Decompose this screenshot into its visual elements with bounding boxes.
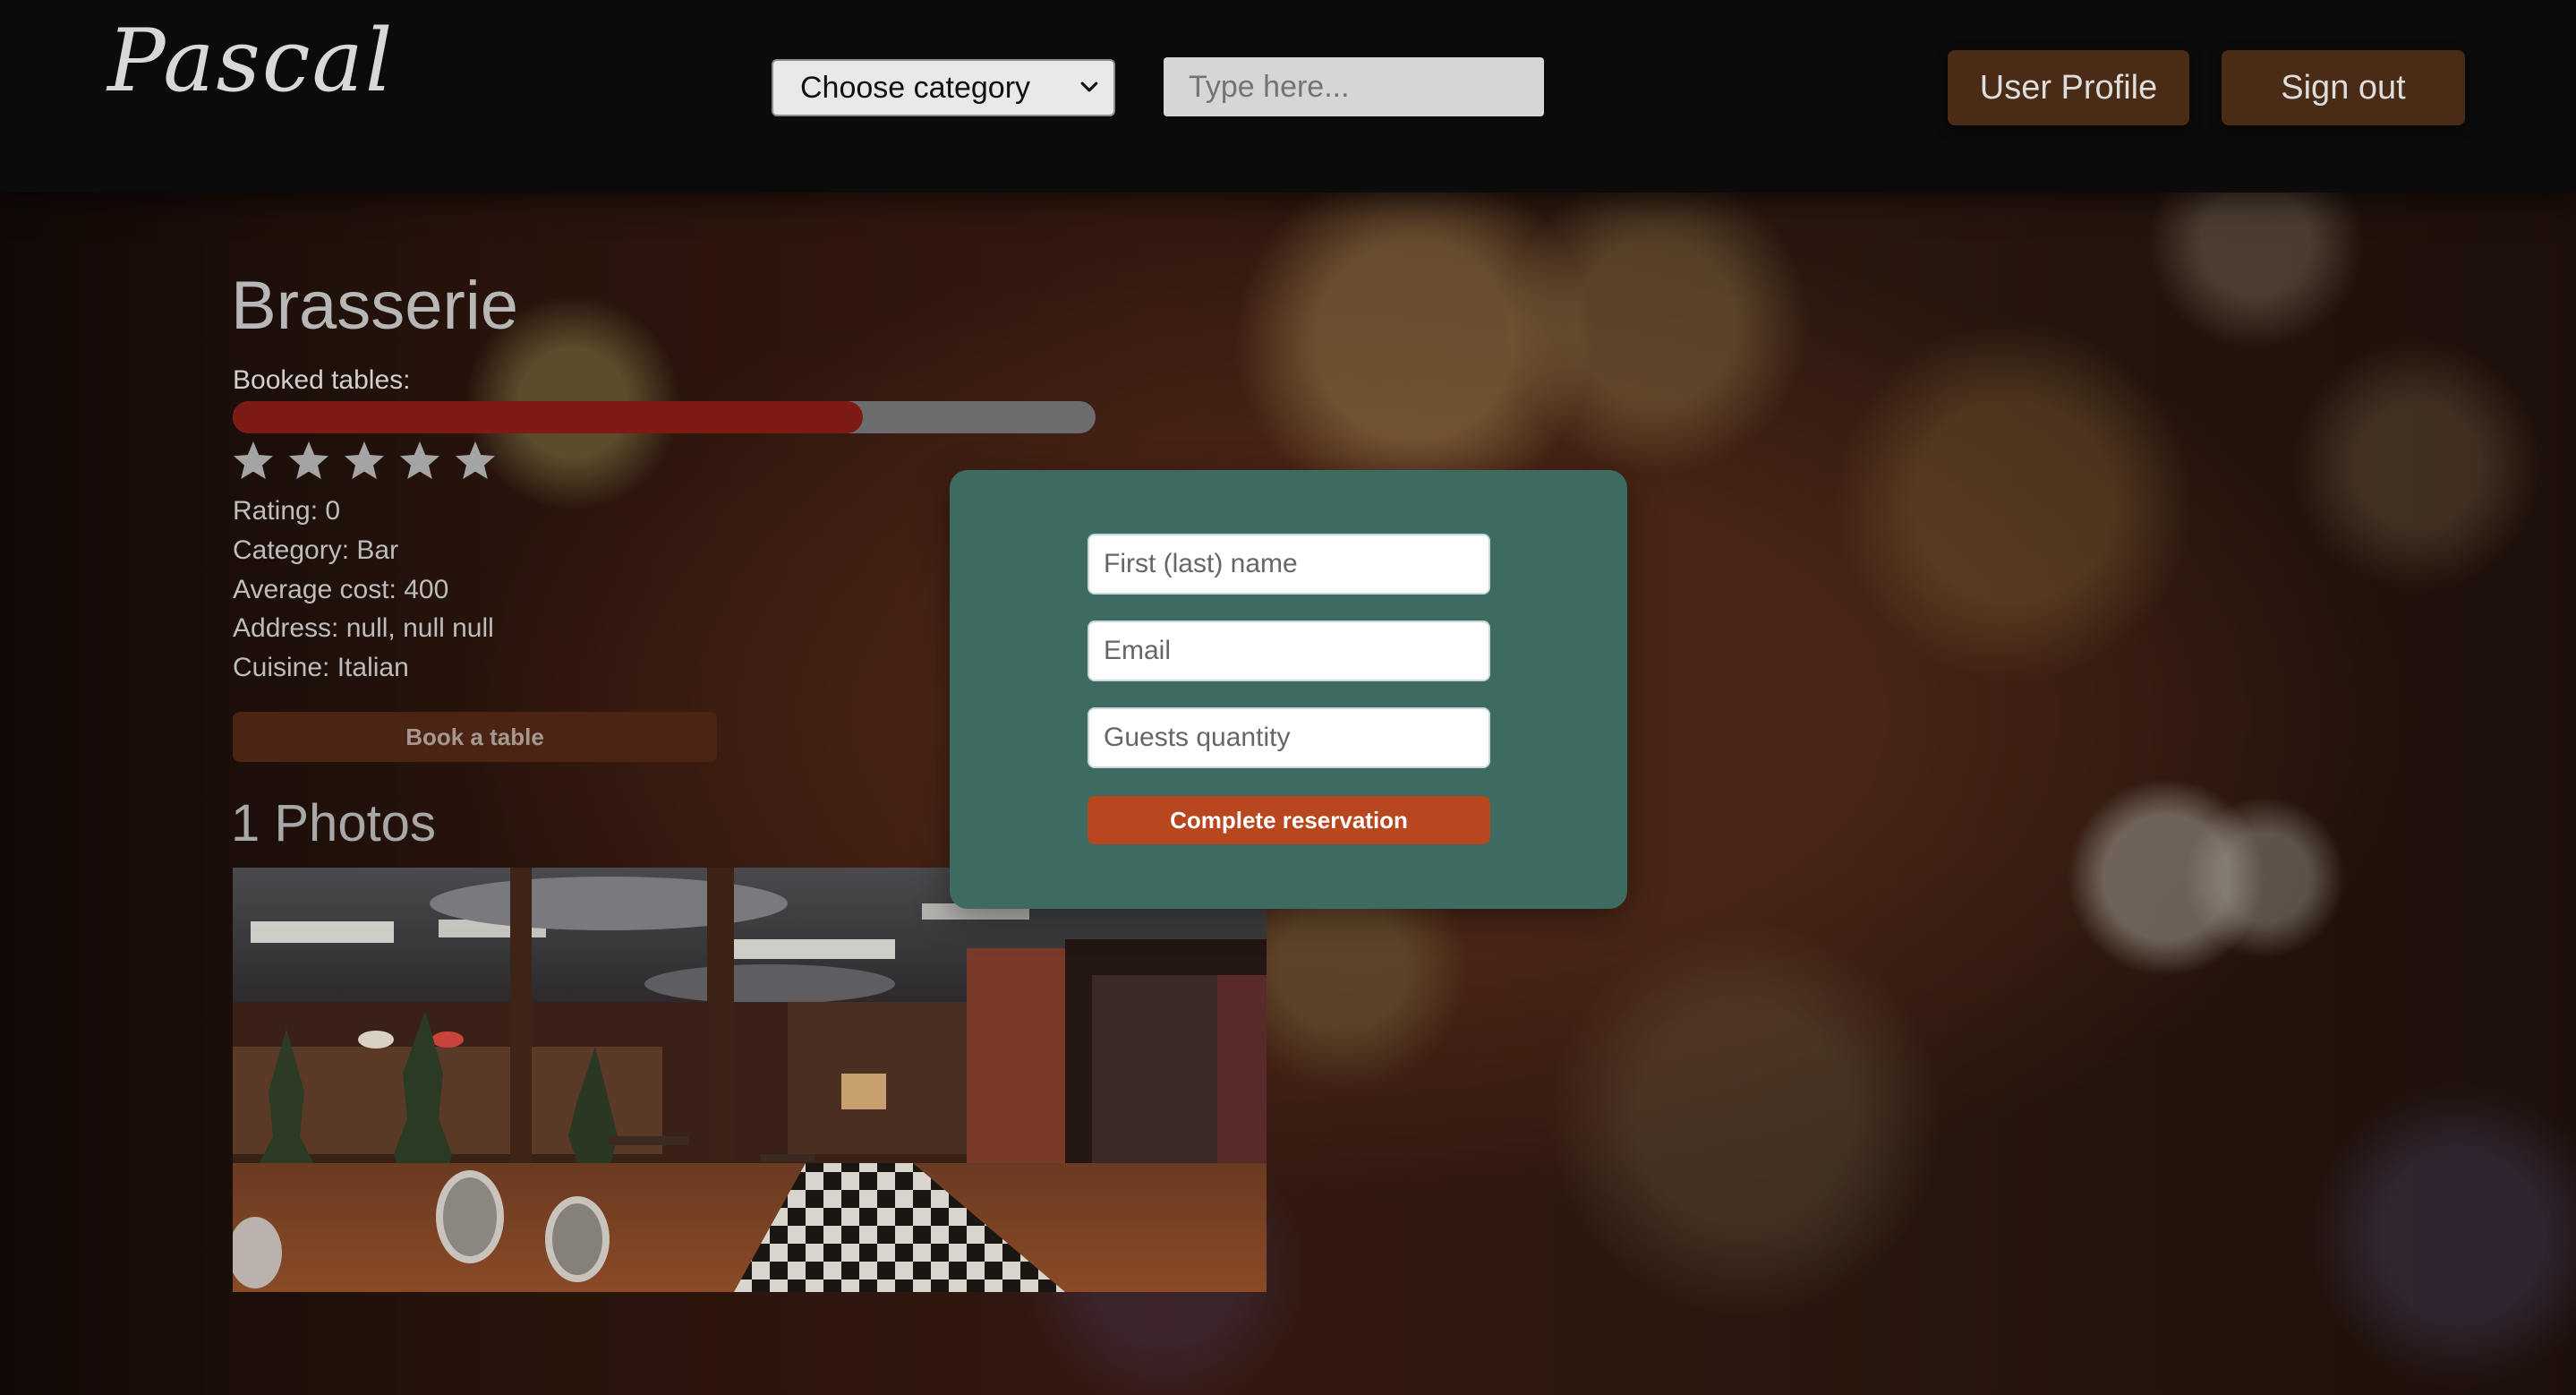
restaurant-photo[interactable] — [233, 868, 1267, 1292]
top-navbar: Pascal Choose category User Profile Sign… — [0, 0, 2576, 193]
booked-tables-progress — [233, 401, 1096, 433]
star-icon[interactable] — [231, 439, 276, 484]
star-icon[interactable] — [342, 439, 387, 484]
chevron-down-icon — [1080, 81, 1098, 92]
sign-out-button[interactable]: Sign out — [2222, 50, 2465, 125]
address-text: Address: null, null null — [233, 613, 494, 643]
guests-quantity-field[interactable] — [1088, 707, 1490, 768]
user-profile-button[interactable]: User Profile — [1948, 50, 2189, 125]
photos-heading: 1 Photos — [231, 794, 436, 852]
star-icon[interactable] — [397, 439, 442, 484]
cuisine-text: Cuisine: Italian — [233, 653, 409, 682]
category-select[interactable]: Choose category — [772, 59, 1115, 116]
complete-reservation-button[interactable]: Complete reservation — [1088, 796, 1490, 844]
category-select-value: Choose category — [800, 70, 1031, 105]
email-field[interactable] — [1088, 620, 1490, 681]
booked-tables-progress-fill — [233, 401, 863, 433]
rating-text: Rating: 0 — [233, 496, 341, 526]
name-field[interactable] — [1088, 534, 1490, 595]
star-icon[interactable] — [453, 439, 498, 484]
average-cost-text: Average cost: 400 — [233, 575, 449, 604]
logo[interactable]: Pascal — [107, 13, 394, 109]
book-table-button[interactable]: Book a table — [233, 712, 717, 762]
restaurant-interior-image — [233, 868, 1267, 1292]
category-text: Category: Bar — [233, 535, 399, 565]
search-input[interactable] — [1164, 57, 1544, 116]
star-icon[interactable] — [286, 439, 331, 484]
reservation-modal: Complete reservation — [950, 470, 1627, 909]
restaurant-name: Brasserie — [231, 268, 518, 344]
booked-tables-label: Booked tables: — [233, 365, 411, 395]
rating-stars[interactable] — [231, 439, 498, 487]
